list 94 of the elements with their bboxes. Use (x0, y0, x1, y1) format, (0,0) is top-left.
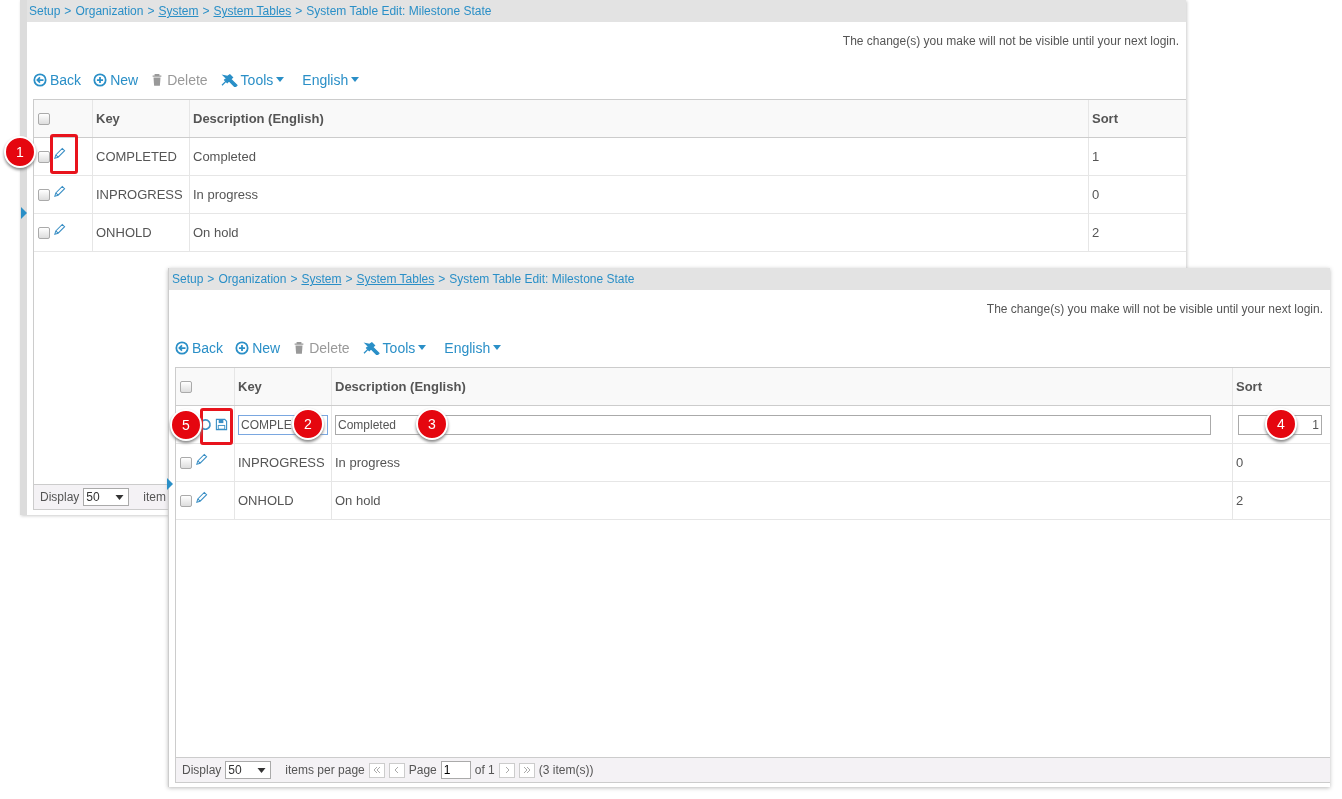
double-chevron-left-icon (371, 765, 382, 775)
breadcrumb-item[interactable]: Organization (218, 272, 287, 286)
checkbox[interactable] (38, 188, 50, 201)
breadcrumb-item[interactable]: Setup (172, 272, 204, 286)
table-cell: 1 (1092, 149, 1100, 164)
page-number-input[interactable]: 1 (440, 761, 471, 779)
column-header[interactable]: Key (238, 379, 262, 394)
caret-icon (351, 77, 360, 82)
checkbox[interactable] (180, 456, 192, 469)
last-page-button[interactable] (518, 762, 535, 778)
back-icon (33, 72, 47, 87)
new-button[interactable]: New (235, 339, 281, 356)
caret-icon (276, 77, 285, 82)
back-button[interactable]: Back (33, 71, 82, 88)
breadcrumb-separator: > (202, 4, 210, 18)
previous-page-button[interactable] (388, 762, 405, 778)
table-cell: ONHOLD (96, 225, 152, 240)
tools-button[interactable]: Tools (219, 71, 285, 88)
pencil-icon[interactable] (195, 453, 208, 466)
step-number-badge: 1 (4, 136, 36, 168)
splitter-handle-icon[interactable] (167, 478, 173, 490)
breadcrumb-separator: > (438, 272, 446, 286)
checkbox[interactable] (38, 150, 50, 163)
items-per-page-label: items per page (285, 763, 365, 777)
item-count: (3 item(s)) (538, 763, 594, 777)
table-cell: 2 (1236, 493, 1244, 508)
caret-icon (115, 494, 125, 500)
breadcrumb-separator: > (64, 4, 72, 18)
column-header[interactable]: Key (96, 111, 120, 126)
pencil-icon[interactable] (53, 223, 66, 236)
pencil-icon[interactable] (53, 185, 66, 198)
breadcrumb-separator: > (295, 4, 303, 18)
add-icon (235, 340, 250, 355)
language-button[interactable]: English (444, 339, 502, 356)
checkbox[interactable] (180, 380, 192, 393)
pencil-icon[interactable] (53, 147, 66, 160)
display-label: Display (182, 763, 222, 777)
table-cell: 0 (1092, 187, 1100, 202)
add-icon (93, 72, 108, 87)
table-cell: Completed (193, 149, 256, 164)
breadcrumb-item[interactable]: Setup (29, 4, 61, 18)
display-label: Display (40, 490, 80, 504)
language-button[interactable]: English (302, 71, 360, 88)
page-label: Page (408, 763, 437, 777)
first-page-button[interactable] (368, 762, 385, 778)
table-cell: 2 (1092, 225, 1100, 240)
breadcrumb-link[interactable]: System Tables (356, 272, 435, 286)
table-cell: In progress (335, 455, 401, 470)
breadcrumb-link[interactable]: System (301, 272, 342, 286)
table-cell: COMPLETED (96, 149, 177, 164)
checkbox[interactable] (38, 112, 50, 125)
breadcrumb-separator: > (290, 272, 298, 286)
notice-text: The change(s) you make will not be visible until your next login. (842, 34, 1179, 48)
column-header[interactable]: Sort (1092, 111, 1118, 126)
column-header[interactable]: Description (English) (335, 379, 466, 394)
pencil-icon[interactable] (195, 491, 208, 504)
new-button[interactable]: New (93, 71, 139, 88)
caret-icon (493, 345, 502, 350)
tools-icon (361, 340, 380, 355)
table-cell: On hold (193, 225, 239, 240)
breadcrumb-separator: > (207, 272, 215, 286)
checkbox[interactable] (38, 226, 50, 239)
back-icon (175, 340, 189, 355)
breadcrumb-item[interactable]: System Table Edit: Milestone State (306, 4, 492, 18)
table-cell: INPROGRESS (96, 187, 183, 202)
tools-icon (219, 72, 238, 87)
checkbox[interactable] (180, 494, 192, 507)
column-header[interactable]: Sort (1236, 379, 1262, 394)
breadcrumb-link[interactable]: System Tables (213, 4, 292, 18)
page-size-select[interactable]: 50 (225, 761, 272, 779)
splitter-handle-icon[interactable] (21, 207, 27, 219)
notice-text: The change(s) you make will not be visible until your next login. (986, 302, 1323, 316)
breadcrumb-separator: > (345, 272, 353, 286)
items-per-page-label: item (143, 490, 167, 504)
caret-icon (257, 767, 267, 773)
table-cell: ONHOLD (238, 493, 294, 508)
breadcrumb-item[interactable]: Organization (75, 4, 144, 18)
breadcrumb-separator: > (147, 4, 155, 18)
table-cell: 0 (1236, 455, 1244, 470)
breadcrumb-link[interactable]: System (158, 4, 199, 18)
column-header[interactable]: Description (English) (193, 111, 324, 126)
caret-icon (418, 345, 427, 350)
table-cell: In progress (193, 187, 259, 202)
save-icon[interactable] (215, 418, 228, 431)
page-total: of 1 (474, 763, 495, 777)
page-size-select[interactable]: 50 (83, 488, 130, 506)
double-chevron-right-icon (521, 765, 532, 775)
table-cell: INPROGRESS (238, 455, 325, 470)
highlight-frame (50, 134, 78, 174)
back-button[interactable]: Back (175, 339, 224, 356)
breadcrumb-item[interactable]: System Table Edit: Milestone State (449, 272, 635, 286)
tools-button[interactable]: Tools (361, 339, 427, 356)
next-page-button[interactable] (498, 762, 515, 778)
table-cell: On hold (335, 493, 381, 508)
